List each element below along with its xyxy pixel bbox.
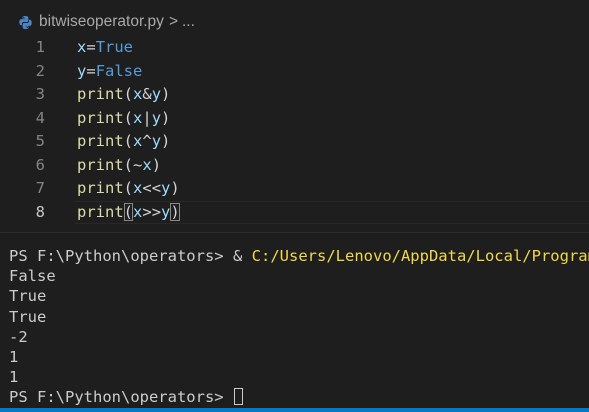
operator-token: | bbox=[142, 108, 152, 127]
code-text: y=False bbox=[77, 60, 142, 84]
function-token: print bbox=[77, 155, 124, 174]
variable-token: x bbox=[133, 202, 143, 221]
paren-token: ) bbox=[170, 179, 180, 197]
function-token: print bbox=[77, 202, 124, 221]
function-token: print bbox=[77, 179, 124, 197]
code-line[interactable]: 5 print(x^y) bbox=[0, 130, 589, 154]
code-text: print(~x) bbox=[77, 154, 161, 178]
paren-token: ) bbox=[161, 108, 171, 127]
terminal-output-line: -2 bbox=[9, 327, 28, 346]
breadcrumb-file-name[interactable]: bitwiseoperator.py bbox=[39, 13, 164, 31]
paren-token: ) bbox=[151, 155, 162, 174]
paren-token: ) bbox=[161, 132, 171, 150]
line-number[interactable]: 7 bbox=[0, 177, 45, 201]
keyword-token: True bbox=[95, 38, 134, 56]
keyword-token: False bbox=[95, 61, 143, 80]
line-number[interactable]: 6 bbox=[0, 154, 45, 178]
breadcrumb-more[interactable]: ... bbox=[182, 13, 195, 31]
paren-token: ( bbox=[123, 202, 134, 221]
code-text: print(x<<y) bbox=[77, 177, 180, 201]
terminal-prompt-line: PS F:\Python\operators> bbox=[9, 387, 589, 407]
variable-token: y bbox=[161, 179, 171, 197]
code-line[interactable]: 2 y=False bbox=[0, 60, 589, 84]
breadcrumb: bitwiseoperator.py > ... bbox=[0, 0, 589, 38]
variable-token: y bbox=[77, 61, 87, 80]
line-number[interactable]: 4 bbox=[0, 107, 45, 131]
paren-token: ( bbox=[123, 179, 134, 197]
terminal-output-line: 1 bbox=[9, 368, 19, 387]
breadcrumb-row: bitwiseoperator.py > ... bbox=[18, 12, 195, 32]
line-number[interactable]: 2 bbox=[0, 60, 45, 84]
terminal-command-line: PS F:\Python\operators> & C:/Users/Lenov… bbox=[9, 246, 589, 266]
paren-token: ( bbox=[123, 85, 134, 103]
code-text: print(x|y) bbox=[77, 107, 170, 131]
code-line[interactable]: 3 print(x&y) bbox=[0, 83, 589, 107]
operator-token: = bbox=[86, 61, 96, 80]
terminal-prompt: PS F:\Python\operators> bbox=[9, 388, 224, 407]
terminal-output-line: True bbox=[9, 307, 47, 326]
code-line[interactable]: 1 x=True bbox=[0, 36, 589, 60]
terminal-output-line: False bbox=[9, 267, 56, 286]
variable-token: y bbox=[151, 132, 162, 150]
line-number[interactable]: 3 bbox=[0, 83, 45, 107]
variable-token: x bbox=[133, 108, 143, 127]
operator-token: ^ bbox=[142, 132, 152, 150]
variable-token: y bbox=[161, 202, 171, 221]
terminal[interactable]: PS F:\Python\operators> & C:/Users/Lenov… bbox=[9, 246, 589, 408]
line-number[interactable]: 5 bbox=[0, 130, 45, 154]
variable-token: x bbox=[133, 85, 143, 103]
panel-divider bbox=[0, 232, 589, 233]
status-bar bbox=[0, 408, 589, 412]
line-number[interactable]: 8 bbox=[0, 201, 45, 225]
terminal-command-prefix: & bbox=[232, 247, 243, 265]
code-line[interactable]: 4 print(x|y) bbox=[0, 107, 589, 131]
variable-token: x bbox=[77, 38, 87, 56]
breadcrumb-separator: > bbox=[168, 13, 178, 30]
function-token: print bbox=[77, 85, 124, 103]
variable-token: x bbox=[133, 179, 143, 197]
operator-token: & bbox=[142, 85, 152, 103]
code-line[interactable]: 7 print(x<<y) bbox=[0, 177, 589, 201]
vscode-window: bitwiseoperator.py > ... 1 x=True 2 y=False… bbox=[0, 0, 589, 412]
terminal-prompt: PS F:\Python\operators> bbox=[9, 247, 224, 265]
python-icon bbox=[18, 15, 33, 30]
paren-token: ( bbox=[123, 108, 134, 127]
terminal-cursor bbox=[233, 388, 243, 406]
paren-token: ( bbox=[123, 155, 134, 174]
code-line[interactable]: 6 print(~x) bbox=[0, 154, 589, 178]
variable-token: y bbox=[151, 108, 162, 127]
function-token: print bbox=[77, 108, 124, 127]
function-token: print bbox=[77, 132, 124, 150]
terminal-output-line: 1 bbox=[9, 347, 19, 366]
terminal-command-path: C:/Users/Lenovo/AppData/Local/Programs/ bbox=[251, 247, 589, 265]
code-text: x=True bbox=[77, 36, 133, 60]
code-text: print(x^y) bbox=[77, 130, 170, 154]
code-line[interactable]: 8 print(x>>y) bbox=[0, 200, 589, 225]
operator-token: = bbox=[86, 38, 96, 56]
code-text: print(x&y) bbox=[77, 83, 170, 107]
variable-token: x bbox=[142, 155, 152, 174]
paren-token: ) bbox=[161, 85, 171, 103]
paren-token: ( bbox=[123, 132, 134, 150]
variable-token: y bbox=[151, 85, 162, 103]
operator-token: >> bbox=[142, 202, 162, 221]
code-editor[interactable]: 1 x=True 2 y=False 3 print(x&y) 4 print(x|y) 5 pr… bbox=[0, 36, 589, 232]
operator-token: ~ bbox=[133, 155, 143, 174]
variable-token: x bbox=[133, 132, 143, 150]
operator-token: << bbox=[142, 179, 162, 197]
terminal-output-line: True bbox=[9, 287, 47, 306]
line-number[interactable]: 1 bbox=[0, 36, 45, 60]
paren-token: ) bbox=[170, 202, 180, 221]
code-text: print(x>>y) bbox=[77, 201, 180, 225]
